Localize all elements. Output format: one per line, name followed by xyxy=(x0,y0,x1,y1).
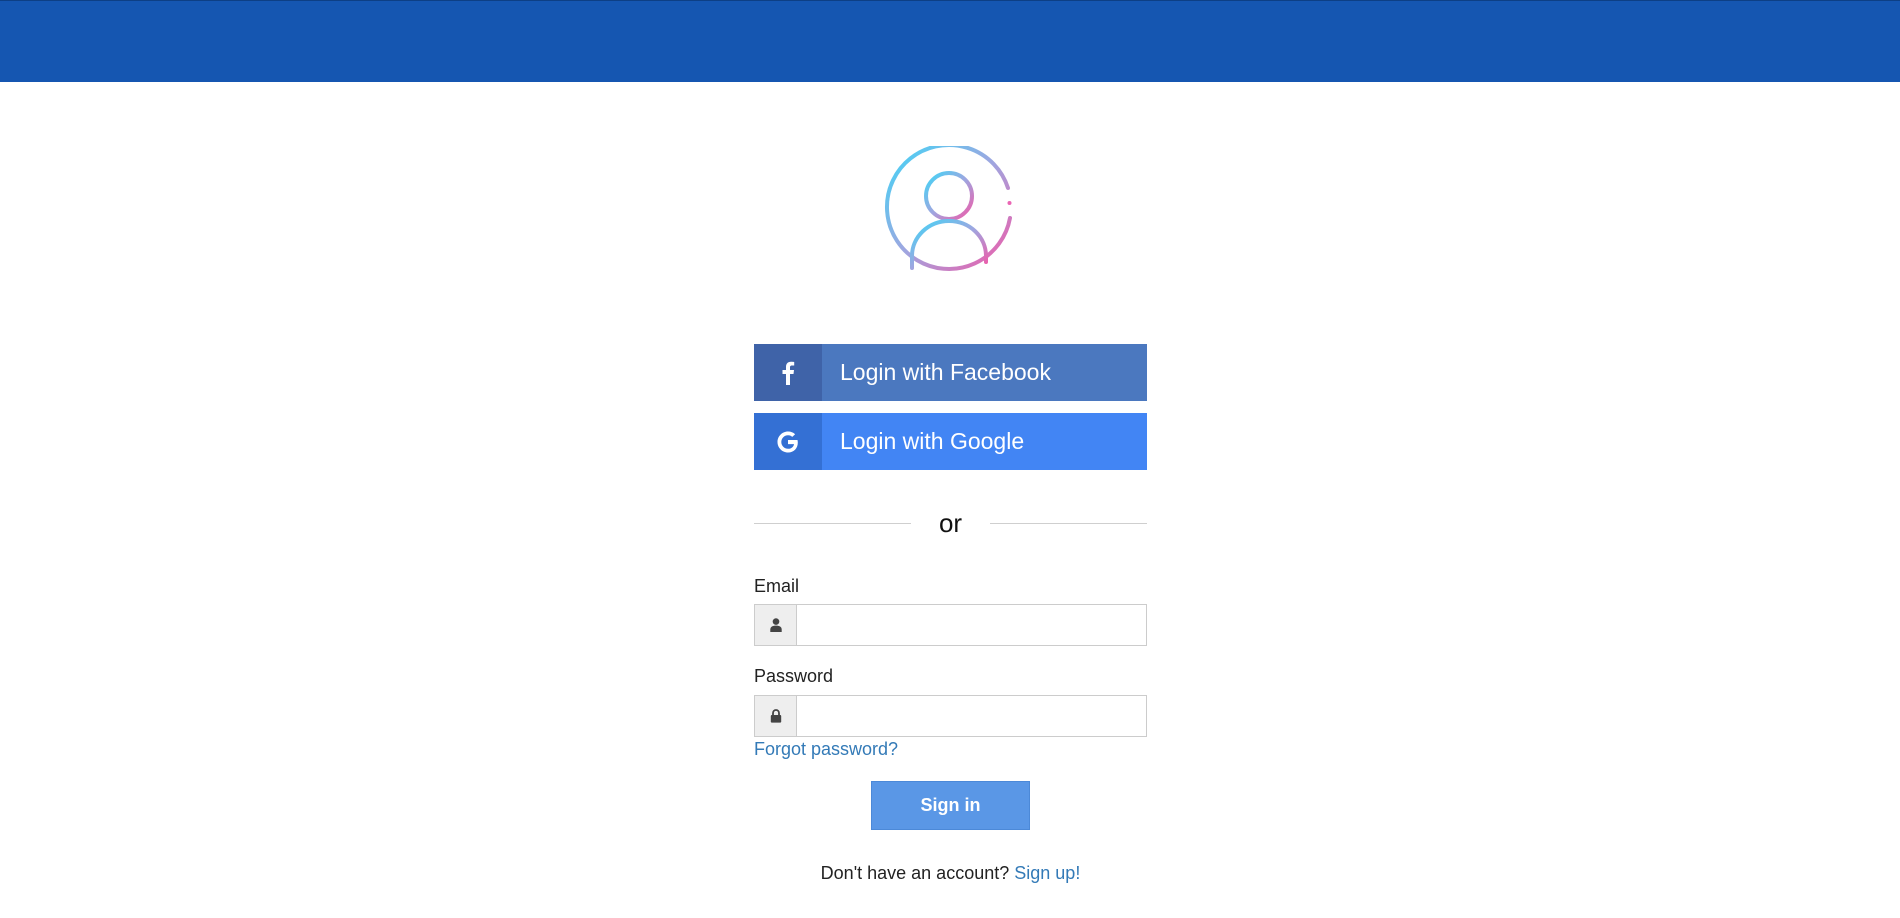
forgot-password-link[interactable]: Forgot password? xyxy=(754,739,898,760)
or-divider: or xyxy=(754,508,1147,540)
top-header-bar xyxy=(0,0,1900,82)
password-label: Password xyxy=(754,666,834,686)
user-circle-gradient-icon xyxy=(884,143,1020,282)
signup-prompt-text: Don't have an account? xyxy=(820,863,1010,883)
password-input-group xyxy=(754,695,1147,737)
email-field[interactable] xyxy=(797,604,1147,646)
user-icon xyxy=(754,604,797,646)
login-facebook-label: Login with Facebook xyxy=(822,344,1147,401)
login-google-label: Login with Google xyxy=(822,413,1147,470)
email-input-group xyxy=(754,604,1147,646)
facebook-icon xyxy=(754,344,822,401)
divider-line-right xyxy=(990,523,1147,524)
lock-icon xyxy=(754,695,797,737)
email-label: Email xyxy=(754,576,800,596)
login-facebook-button[interactable]: Login with Facebook xyxy=(754,344,1147,401)
sign-in-button[interactable]: Sign in xyxy=(871,781,1030,830)
signup-prompt: Don't have an account? Sign up! xyxy=(754,863,1147,884)
sign-up-link[interactable]: Sign up! xyxy=(1014,863,1080,883)
login-google-button[interactable]: Login with Google xyxy=(754,413,1147,470)
password-field[interactable] xyxy=(797,695,1147,737)
google-icon xyxy=(754,413,822,470)
